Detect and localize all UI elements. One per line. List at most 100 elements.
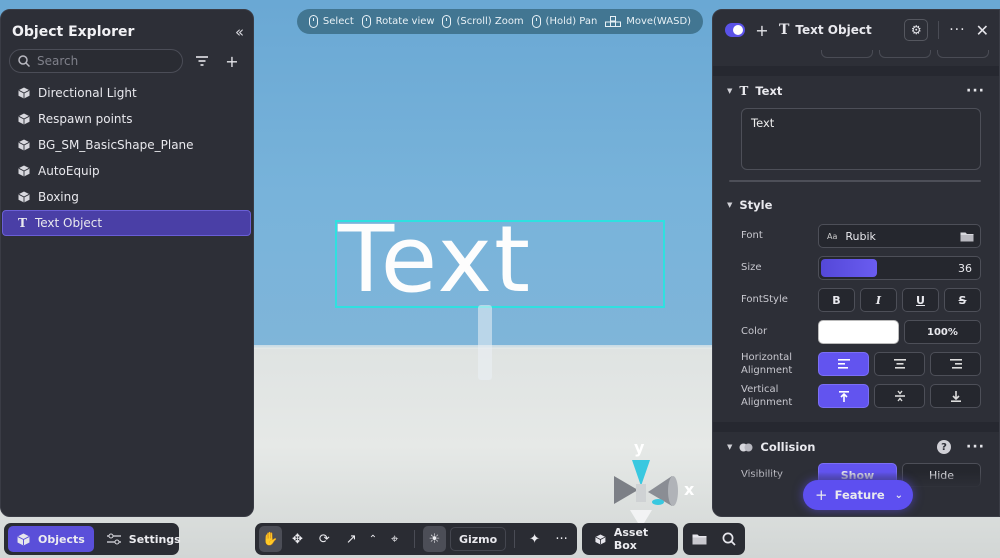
sliders-icon: [106, 533, 121, 545]
gear-icon[interactable]: ⚙: [904, 19, 929, 41]
magic-wand-icon: ✦: [529, 531, 541, 547]
align-middle-button[interactable]: [874, 384, 925, 408]
hint-label: Move(WASD): [626, 16, 692, 27]
align-center-icon: [893, 359, 906, 369]
crosshair-icon: ⌖: [390, 531, 399, 547]
fontstyle-label: FontStyle: [741, 294, 788, 306]
tree-item-text-object[interactable]: T Text Object: [2, 210, 251, 236]
help-icon[interactable]: ?: [937, 440, 952, 454]
tree-item-label: Text Object: [34, 216, 103, 230]
search-button[interactable]: [716, 526, 741, 552]
double-chevron-left-icon[interactable]: ‹‹: [235, 23, 244, 41]
more-icon[interactable]: ···: [966, 439, 985, 455]
more-icon[interactable]: ···: [966, 83, 985, 99]
tree-item-respawn-points[interactable]: Respawn points: [1, 106, 253, 132]
collision-section-header[interactable]: ▼ Collision ? ···: [713, 432, 999, 462]
close-icon[interactable]: ✕: [976, 21, 989, 40]
bold-button[interactable]: B: [818, 288, 855, 312]
inspector-panel: + T Text Object ⚙ ··· ✕ ▼ T Text ··· Tex…: [712, 9, 1000, 517]
gizmo-button[interactable]: Gizmo: [449, 527, 507, 551]
mouse-right-icon: [361, 15, 371, 28]
collision-icon: [739, 443, 753, 451]
enabled-toggle[interactable]: [725, 23, 745, 37]
align-left-button[interactable]: [818, 352, 869, 376]
lighting-toggle[interactable]: ☀: [423, 526, 446, 552]
cube-icon: [18, 113, 30, 125]
slider-fill: [821, 259, 878, 277]
inspector-title: Text Object: [795, 23, 872, 37]
tree-item-autoequip[interactable]: AutoEquip: [1, 158, 253, 184]
asset-box-label: Asset Box: [613, 526, 649, 552]
align-top-button[interactable]: [818, 384, 869, 408]
tree-item-label: Directional Light: [38, 86, 137, 100]
chevron-down-icon[interactable]: ⌄: [895, 490, 903, 501]
objects-tab[interactable]: Objects: [8, 526, 94, 552]
tree-item-label: Boxing: [38, 190, 79, 204]
section-title: Text: [755, 84, 783, 98]
style-section-header[interactable]: ▼ Style: [713, 190, 999, 220]
axis-y-label: y: [634, 438, 645, 457]
respawn-marker: [478, 305, 492, 380]
font-preview-icon: Aa: [827, 231, 838, 241]
plus-icon[interactable]: +: [755, 21, 769, 40]
color-swatch[interactable]: [818, 320, 899, 344]
feature-label: Feature: [834, 488, 885, 502]
mouse-scroll-icon: [442, 15, 452, 28]
font-selector[interactable]: Aa Rubik: [818, 224, 981, 248]
text-icon: T: [739, 84, 749, 98]
divider: [414, 530, 416, 548]
search-field[interactable]: [9, 49, 183, 73]
more-tools-button[interactable]: ···: [550, 526, 573, 552]
size-slider[interactable]: 36: [818, 256, 981, 280]
more-icon[interactable]: ···: [949, 22, 965, 38]
add-feature-button[interactable]: + Feature ⌄: [803, 480, 913, 510]
folder-icon[interactable]: [960, 231, 974, 242]
filter-icon[interactable]: [191, 52, 213, 71]
underline-button[interactable]: U: [902, 288, 939, 312]
divider: [729, 180, 981, 182]
text-content-input[interactable]: Text: [741, 108, 981, 170]
align-center-button[interactable]: [874, 352, 925, 376]
tree-item-boxing[interactable]: Boxing: [1, 184, 253, 210]
pivot-button[interactable]: ⌖: [383, 526, 406, 552]
hand-tool-button[interactable]: ✋: [259, 526, 282, 552]
folder-button[interactable]: [687, 526, 712, 552]
text-icon: T: [18, 216, 27, 230]
italic-button[interactable]: I: [860, 288, 897, 312]
section-divider: [713, 422, 999, 432]
hide-button[interactable]: Hide: [902, 463, 981, 487]
plus-icon[interactable]: +: [221, 52, 243, 71]
move-tool-button[interactable]: ✥: [286, 526, 309, 552]
settings-tab[interactable]: Settings: [98, 526, 190, 552]
align-right-button[interactable]: [930, 352, 981, 376]
light-bulb-icon: ☀: [428, 531, 441, 547]
hint-label: Rotate view: [375, 16, 435, 27]
align-bottom-button[interactable]: [930, 384, 981, 408]
opacity-field[interactable]: 100%: [903, 320, 981, 344]
cube-icon: [17, 533, 30, 545]
rotate-tool-button[interactable]: ⟳: [313, 526, 336, 552]
tool-options-button[interactable]: ⌃: [367, 526, 379, 552]
align-top-icon: [838, 390, 849, 402]
chevron-up-icon: ⌃: [368, 533, 378, 545]
mouse-left-icon: [308, 15, 318, 28]
more-icon: ···: [555, 531, 568, 547]
magic-wand-button[interactable]: ✦: [523, 526, 546, 552]
tree-item-directional-light[interactable]: Directional Light: [1, 80, 253, 106]
hint-zoom: (Scroll) Zoom: [442, 15, 524, 28]
text-section-header[interactable]: ▼ T Text ···: [713, 76, 999, 106]
hand-icon: ✋: [262, 531, 279, 547]
mode-toolbar: Objects Settings: [4, 523, 181, 555]
axis-x-label: x: [684, 480, 695, 499]
tree-item-bg-plane[interactable]: BG_SM_BasicShape_Plane: [1, 132, 253, 158]
horizontal-alignment-row: Horizontal Alignment: [713, 348, 999, 380]
color-row: Color 100%: [713, 316, 999, 348]
axis-gizmo[interactable]: y x: [600, 438, 710, 528]
scale-tool-button[interactable]: ↗: [340, 526, 363, 552]
hint-move: Move(WASD): [605, 16, 691, 27]
text-icon: T: [779, 22, 790, 38]
search-input[interactable]: [37, 54, 167, 68]
strikethrough-button[interactable]: S: [944, 288, 981, 312]
asset-box-button[interactable]: Asset Box: [586, 526, 674, 552]
asset-box-icon: [595, 534, 606, 544]
